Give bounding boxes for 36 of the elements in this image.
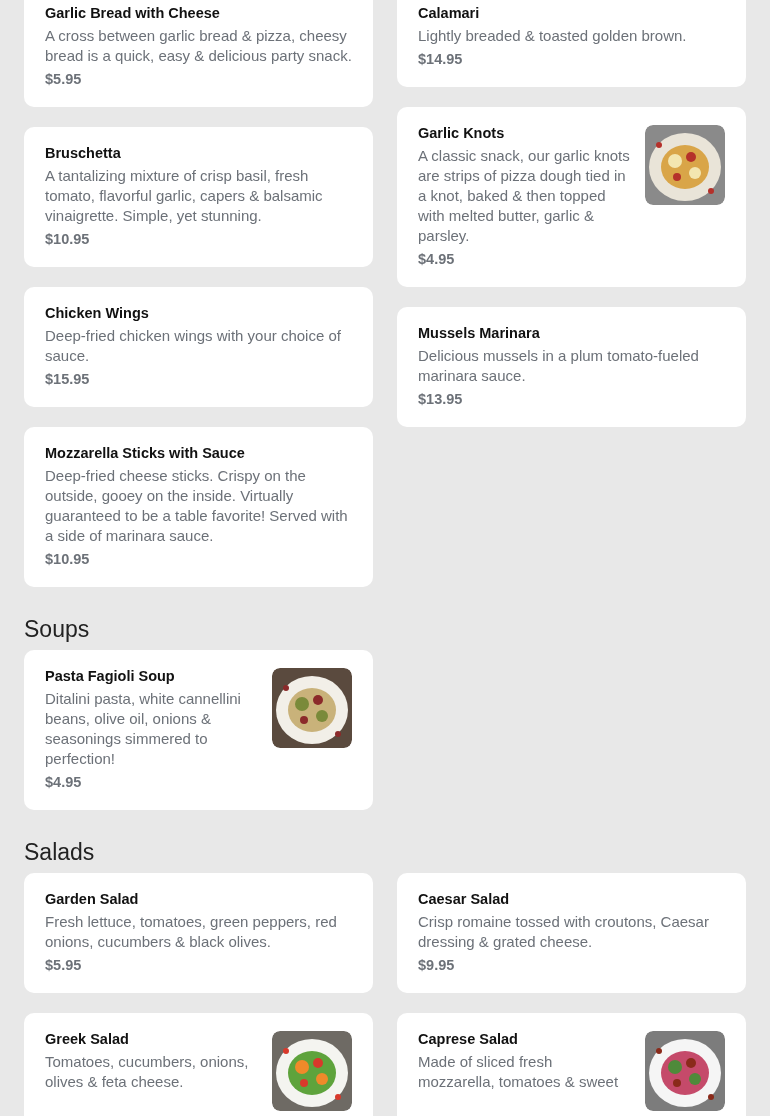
section-title: Soups [24,615,91,644]
item-description: A classic snack, our garlic knots are strips of pizza dough tied in a knot, baked & then topped with melted butter, garlic & parsley. [418,146,631,246]
item-price: $4.95 [418,250,456,269]
item-description: A cross between garlic bread & pizza, cheesy bread is a quick, easy & delicious party snack. [45,26,352,66]
item-name: Pasta Fagioli Soup [45,667,176,686]
item-price: $10.95 [45,550,91,569]
item-name: Mozzarella Sticks with Sauce [45,444,246,463]
item-price: $15.95 [45,370,91,389]
item-price: $9.95 [418,956,456,975]
item-name: Garden Salad [45,890,140,909]
item-name: Calamari [418,4,481,23]
item-price: $10.95 [45,230,91,249]
item-name: Caprese Salad [418,1030,519,1049]
item-description: Ditalini pasta, white cannellini beans, olive oil, onions & seasonings simmered to perfection! [45,689,242,769]
item-price: $5.95 [45,70,83,89]
item-name: Greek Salad [45,1030,130,1049]
item-description: Made of sliced fresh mozzarella, tomatoes & sweet [418,1052,620,1092]
item-name: Bruschetta [45,144,122,163]
item-name: Chicken Wings [45,304,150,323]
item-price: $5.95 [45,956,83,975]
item-description: Deep-fried chicken wings with your choice of sauce. [45,326,342,366]
item-price: $4.95 [45,773,83,792]
item-name: Mussels Marinara [418,324,541,343]
item-description: Deep-fried cheese sticks. Crispy on the outside, gooey on the inside. Virtually guaranteed to be a table favorite! Served with a side of marinara sauce. [45,466,349,546]
item-price: $14.95 [418,50,464,69]
item-description: Crisp romaine tossed with croutons, Caesar dressing & grated cheese. [418,912,710,952]
item-description: Lightly breaded & toasted golden brown. [418,26,688,46]
section-title: Salads [24,838,96,867]
item-name: Garlic Knots [418,124,506,143]
item-name: Garlic Bread with Cheese [45,4,221,23]
item-description: A tantalizing mixture of crisp basil, fresh tomato, flavorful garlic, capers & balsamic vinaigrette. Simple, yet stunning. [45,166,324,226]
item-description: Tomatoes, cucumbers, onions, olives & feta cheese. [45,1052,250,1092]
item-description: Delicious mussels in a plum tomato-fueled marinara sauce. [418,346,700,386]
item-name: Caesar Salad [418,890,511,909]
item-price: $13.95 [418,390,464,409]
item-description: Fresh lettuce, tomatoes, green peppers, red onions, cucumbers & black olives. [45,912,338,952]
